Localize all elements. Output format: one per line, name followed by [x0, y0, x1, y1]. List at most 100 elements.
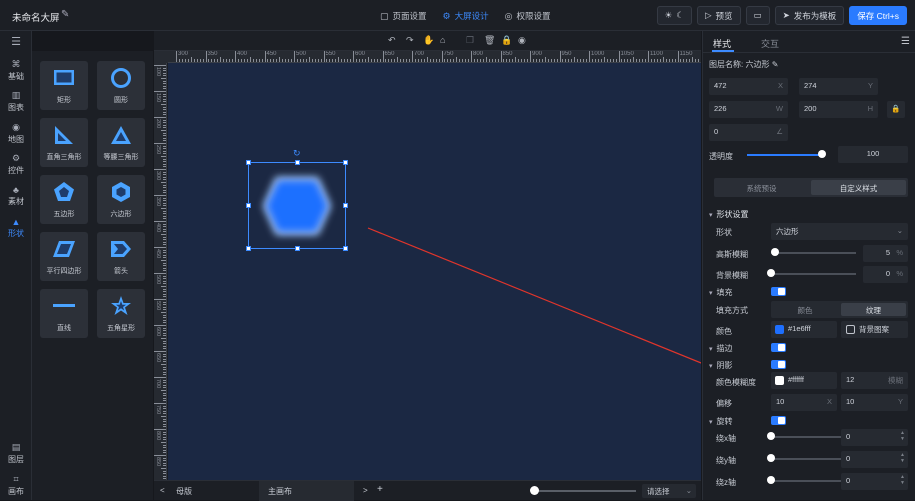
shape-arrow[interactable]: 箭头 — [97, 232, 145, 281]
add-page-button[interactable]: + — [377, 484, 383, 495]
height-input[interactable]: 200 H — [799, 101, 878, 118]
rail-item-control[interactable]: ⚙ 控件 — [0, 153, 32, 176]
tab-permission-settings[interactable]: ◎ 权限设置 — [505, 10, 551, 22]
fill-mode-color[interactable]: 颜色 — [771, 301, 839, 318]
background-pattern-button[interactable]: 背景图案 — [841, 321, 908, 338]
theme-toggle-button[interactable]: ☀ ☾ — [656, 6, 692, 25]
fullscreen-button[interactable]: ▭ — [745, 6, 770, 25]
rail-item-shape[interactable]: ▲ 形状 — [0, 217, 32, 239]
rotate-z-knob[interactable] — [767, 476, 775, 484]
custom-style-tab[interactable]: 自定义样式 — [811, 180, 906, 195]
home-icon[interactable]: ⌂ — [440, 35, 445, 45]
tab-page-settings[interactable]: ▢ 页面设置 — [380, 10, 427, 22]
resize-handle-w[interactable] — [246, 203, 251, 208]
shadow-section-label[interactable]: ▾ 阴影 — [709, 360, 733, 371]
eye-icon[interactable]: ◉ — [518, 35, 526, 46]
shape-circle[interactable]: 圆形 — [97, 61, 145, 110]
resize-handle-e[interactable] — [343, 203, 348, 208]
tab-screen-design[interactable]: ⚙ 大屏设计 — [443, 10, 489, 22]
shape-isosceles-triangle[interactable]: 等腰三角形 — [97, 118, 145, 167]
offset-x-input[interactable]: 10 X — [771, 394, 837, 411]
shadow-color-input[interactable]: #ffffff — [771, 372, 837, 389]
tab-interaction[interactable]: 交互 — [761, 37, 779, 50]
zoom-slider-track[interactable] — [534, 490, 636, 492]
prev-page-button[interactable]: < — [160, 486, 165, 495]
rotate-y-input[interactable]: 0 ▲ ▼ — [841, 451, 908, 468]
layer-name-value[interactable]: 六边形 — [745, 60, 769, 69]
page-tab-main[interactable]: 主画布 — [259, 481, 354, 501]
background-blur-slider[interactable] — [771, 273, 856, 275]
opacity-input[interactable]: 100 — [838, 146, 908, 163]
shadow-blur-input[interactable]: 12 模糊 — [841, 372, 908, 389]
zoom-slider-knob[interactable] — [530, 486, 539, 495]
undo-icon[interactable]: ↶ — [388, 35, 396, 46]
background-blur-input[interactable]: 0% — [863, 266, 908, 283]
shape-right-triangle[interactable]: 直角三角形 — [40, 118, 88, 167]
stepper-icon[interactable]: ▲ ▼ — [900, 452, 905, 464]
tab-style[interactable]: 样式 — [713, 37, 731, 50]
resize-handle-nw[interactable] — [246, 160, 251, 165]
shadow-toggle[interactable] — [771, 360, 786, 369]
resize-handle-n[interactable] — [295, 160, 300, 165]
rail-item-canvas[interactable]: ⌗ 画布 — [0, 474, 32, 497]
rail-item-layer[interactable]: ▤ 图层 — [0, 442, 32, 465]
aspect-lock-button[interactable]: 🔒 — [887, 101, 905, 118]
resize-handle-s[interactable] — [295, 246, 300, 251]
stepper-icon[interactable]: ▲ ▼ — [900, 430, 905, 442]
offset-y-input[interactable]: 10 Y — [841, 394, 908, 411]
edit-title-icon[interactable]: ✎ — [61, 9, 69, 20]
shape-star[interactable]: 五角星形 — [97, 289, 145, 338]
rotate-toggle[interactable] — [771, 416, 786, 425]
rail-item-material[interactable]: ♣ 素材 — [0, 185, 32, 207]
preset-style-tab[interactable]: 系统预设 — [714, 178, 809, 195]
shape-rectangle[interactable]: 矩形 — [40, 61, 88, 110]
shape-parallelogram[interactable]: 平行四边形 — [40, 232, 88, 281]
fill-color-input[interactable]: #1e6fff — [771, 321, 837, 338]
gaussian-blur-knob[interactable] — [771, 248, 779, 256]
background-blur-knob[interactable] — [767, 269, 775, 277]
delete-icon[interactable]: 🗑 — [484, 35, 495, 46]
rail-item-chart[interactable]: ▥ 图表 — [0, 90, 32, 113]
stepper-icon[interactable]: ▲ ▼ — [900, 474, 905, 486]
rotate-handle-icon[interactable]: ↻ — [293, 148, 301, 159]
stroke-section-label[interactable]: ▾ 描边 — [709, 343, 733, 354]
shape-settings-header[interactable]: ▾ 形状设置 — [709, 209, 749, 220]
resize-handle-se[interactable] — [343, 246, 348, 251]
rotation-input[interactable]: 0 ∠ — [709, 124, 788, 141]
copy-icon[interactable]: ❐ — [466, 35, 474, 46]
shape-line[interactable]: 直线 — [40, 289, 88, 338]
horizontal-ruler[interactable]: 300 350 400 450 500 550 600 650 700 750 800 850 900 9… — [168, 51, 701, 63]
rotate-z-input[interactable]: 0 ▲ ▼ — [841, 473, 908, 490]
design-canvas[interactable]: ↻ — [168, 63, 701, 480]
gaussian-blur-slider[interactable] — [771, 252, 856, 254]
shape-hexagon[interactable]: 六边形 — [97, 175, 145, 224]
width-input[interactable]: 226 W — [709, 101, 788, 118]
selection-box[interactable]: ↻ — [246, 148, 348, 251]
page-tab-master[interactable]: 母版 — [176, 486, 192, 497]
resize-handle-ne[interactable] — [343, 160, 348, 165]
fill-toggle[interactable] — [771, 287, 786, 296]
save-button[interactable]: 保存 Ctrl+s — [849, 6, 907, 25]
opacity-slider-track[interactable] — [747, 154, 825, 156]
rail-item-map[interactable]: ◉ 地图 — [0, 122, 32, 145]
rotate-y-knob[interactable] — [767, 454, 775, 462]
publish-template-button[interactable]: ➤ 发布为模板 — [774, 6, 845, 25]
app-title[interactable]: 未命名大屏 — [12, 10, 60, 24]
shape-pentagon[interactable]: 五边形 — [40, 175, 88, 224]
hand-icon[interactable]: ✋ — [423, 35, 434, 46]
panel-collapse-icon[interactable]: ☰ — [901, 36, 910, 47]
rail-collapse-icon[interactable]: ☰ — [0, 35, 32, 49]
zoom-select[interactable]: 请选择 ⌄ — [642, 484, 696, 498]
redo-icon[interactable]: ↷ — [406, 35, 414, 46]
rotate-x-input[interactable]: 0 ▲ ▼ — [841, 429, 908, 446]
opacity-slider-knob[interactable] — [818, 150, 826, 158]
resize-handle-sw[interactable] — [246, 246, 251, 251]
fill-mode-texture[interactable]: 纹理 — [841, 303, 906, 316]
shape-type-select[interactable]: 六边形 ⌄ — [771, 223, 908, 240]
rail-item-basic[interactable]: ⌘ 基础 — [0, 59, 32, 82]
next-page-button[interactable]: > — [363, 486, 368, 495]
gaussian-blur-input[interactable]: 5% — [863, 245, 908, 262]
stroke-toggle[interactable] — [771, 343, 786, 352]
rotate-x-knob[interactable] — [767, 432, 775, 440]
preview-button[interactable]: ▷ 预览 — [696, 6, 741, 25]
